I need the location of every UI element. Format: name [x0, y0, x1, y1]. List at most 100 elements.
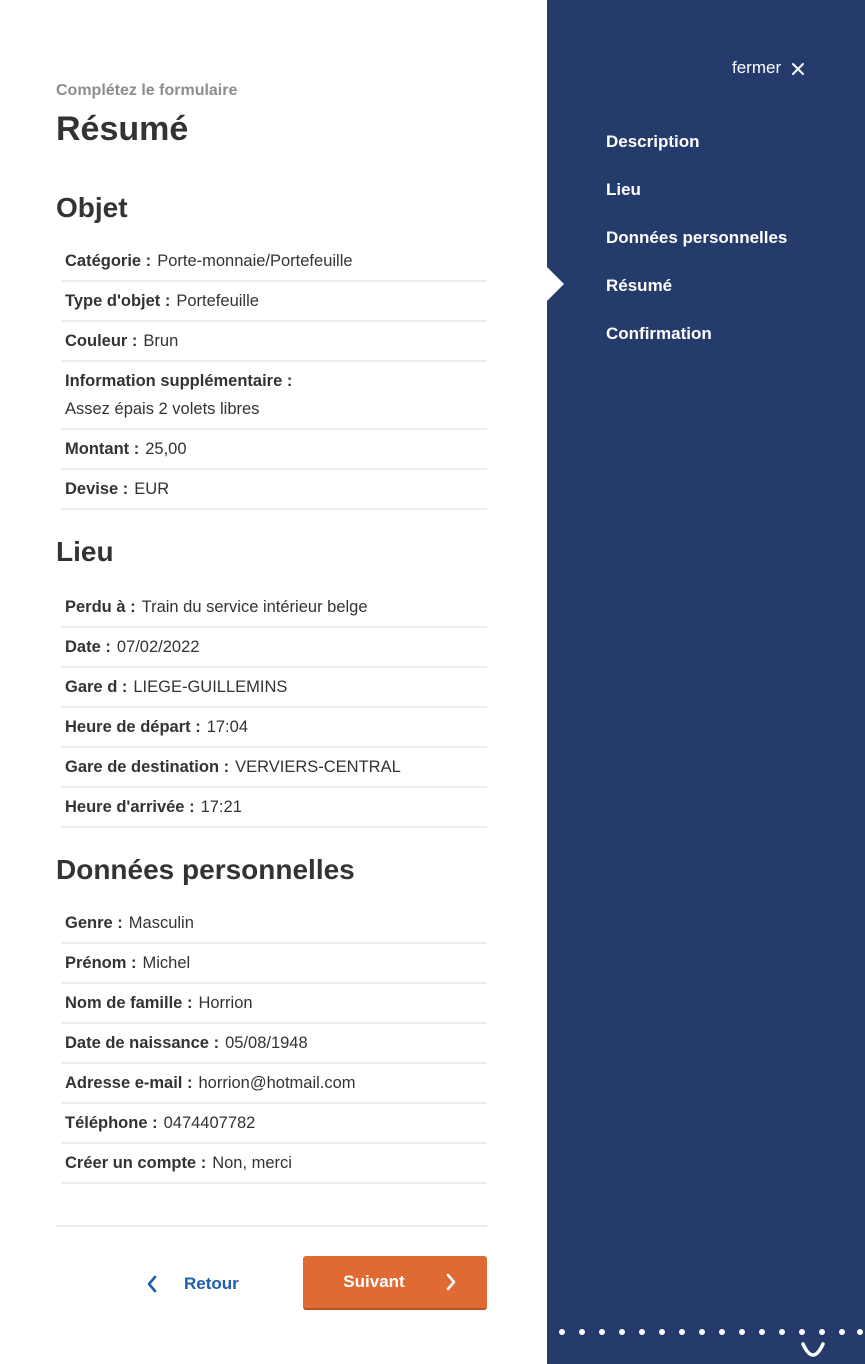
row-label: Perdu à :	[65, 598, 136, 616]
step-list: Description Lieu Données personnelles Ré…	[606, 130, 787, 370]
summary-row-prenom: Prénom : Michel	[61, 944, 487, 984]
row-label: Date :	[65, 638, 111, 656]
footer-divider	[56, 1225, 487, 1227]
dot	[659, 1329, 665, 1335]
summary-row-email: Adresse e-mail : horrion@hotmail.com	[61, 1064, 487, 1104]
row-value: 07/02/2022	[116, 638, 200, 656]
step-lieu[interactable]: Lieu	[606, 178, 787, 226]
dot	[639, 1329, 645, 1335]
page-title: Résumé	[56, 110, 189, 148]
summary-row-type-objet: Type d'objet : Portefeuille	[61, 282, 487, 322]
row-label: Gare d :	[65, 678, 128, 696]
section-title-lieu: Lieu	[56, 536, 114, 567]
row-value: Porte-monnaie/Portefeuille	[157, 252, 353, 270]
back-button-label: Retour	[184, 1274, 239, 1293]
summary-row-information: Information supplémentaire : Assez épais …	[61, 362, 487, 430]
row-label: Montant :	[65, 440, 140, 458]
summary-row-devise: Devise : EUR	[61, 470, 487, 510]
summary-row-date: Date : 07/02/2022	[61, 628, 487, 668]
summary-row-heure-arrivee: Heure d'arrivée : 17:21	[61, 788, 487, 828]
dot	[559, 1329, 565, 1335]
dot	[739, 1329, 745, 1335]
section-title-objet: Objet	[56, 192, 128, 223]
summary-list-personnelles: Genre : Masculin Prénom : Michel Nom de fa…	[61, 904, 487, 1184]
row-label: Genre :	[65, 914, 123, 932]
dot	[779, 1329, 785, 1335]
summary-row-montant: Montant : 25,00	[61, 430, 487, 470]
row-value: Masculin	[128, 914, 194, 932]
row-label: Information supplémentaire :	[65, 372, 293, 390]
row-value: Non, merci	[212, 1154, 292, 1172]
summary-row-heure-depart: Heure de départ : 17:04	[61, 708, 487, 748]
summary-row-gare-depart: Gare d : LIEGE-GUILLEMINS	[61, 668, 487, 708]
row-label: Prénom :	[65, 954, 137, 972]
row-value: Assez épais 2 volets libres	[65, 400, 260, 418]
next-button[interactable]: Suivant	[303, 1256, 487, 1310]
dot	[857, 1329, 863, 1335]
decorative-dots	[557, 1329, 863, 1337]
back-button[interactable]: Retour	[146, 1268, 239, 1300]
row-label: Date de naissance :	[65, 1034, 220, 1052]
main-panel: Complétez le formulaire Résumé Objet Cat…	[0, 0, 547, 1364]
close-icon	[792, 63, 805, 75]
row-value: 0474407782	[163, 1114, 256, 1132]
summary-row-gare-destination: Gare de destination : VERVIERS-CENTRAL	[61, 748, 487, 788]
row-value: 05/08/1948	[225, 1034, 308, 1052]
step-description[interactable]: Description	[606, 130, 787, 178]
row-label: Créer un compte :	[65, 1154, 207, 1172]
row-label: Devise :	[65, 480, 129, 498]
smile-logo-icon	[801, 1342, 825, 1357]
row-value: EUR	[134, 480, 170, 498]
current-step-pointer	[547, 267, 564, 301]
dot	[579, 1329, 585, 1335]
next-button-label: Suivant	[343, 1272, 405, 1291]
progress-sidebar: fermer Description Lieu Données personne…	[547, 0, 865, 1364]
row-label: Type d'objet :	[65, 292, 171, 310]
row-value: Portefeuille	[176, 292, 259, 310]
dot	[819, 1329, 825, 1335]
row-value: LIEGE-GUILLEMINS	[133, 678, 288, 696]
summary-row-creer-compte: Créer un compte : Non, merci	[61, 1144, 487, 1184]
dot	[719, 1329, 725, 1335]
dot	[839, 1329, 845, 1335]
row-label: Adresse e-mail :	[65, 1074, 193, 1092]
section-title-donnees-personnelles: Données personnelles	[56, 854, 355, 885]
chevron-left-icon	[147, 1275, 157, 1293]
row-value: VERVIERS-CENTRAL	[235, 758, 401, 776]
row-label: Téléphone :	[65, 1114, 158, 1132]
summary-row-date-naissance: Date de naissance : 05/08/1948	[61, 1024, 487, 1064]
row-value: 25,00	[145, 440, 187, 458]
row-value: horrion@hotmail.com	[198, 1074, 356, 1092]
summary-row-genre: Genre : Masculin	[61, 904, 487, 944]
row-value: Train du service intérieur belge	[141, 598, 368, 616]
row-value: 17:04	[206, 718, 248, 736]
dot	[699, 1329, 705, 1335]
step-donnees-personnelles[interactable]: Données personnelles	[606, 226, 787, 274]
summary-list-objet: Catégorie : Porte-monnaie/Portefeuille Ty…	[61, 242, 487, 510]
row-label: Heure d'arrivée :	[65, 798, 195, 816]
row-value: 17:21	[200, 798, 242, 816]
row-label: Heure de départ :	[65, 718, 201, 736]
row-label: Gare de destination :	[65, 758, 230, 776]
close-button[interactable]: fermer	[732, 58, 805, 78]
summary-row-perdu-a: Perdu à : Train du service intérieur belg…	[61, 588, 487, 628]
chevron-right-icon	[446, 1273, 456, 1291]
dot	[599, 1329, 605, 1335]
row-value: Brun	[143, 332, 179, 350]
dot	[759, 1329, 765, 1335]
dot	[799, 1329, 805, 1335]
row-label: Catégorie :	[65, 252, 152, 270]
summary-row-nom: Nom de famille : Horrion	[61, 984, 487, 1024]
step-resume[interactable]: Résumé	[606, 274, 787, 322]
dot	[679, 1329, 685, 1335]
row-label: Couleur :	[65, 332, 138, 350]
summary-row-categorie: Catégorie : Porte-monnaie/Portefeuille	[61, 242, 487, 282]
row-value: Michel	[142, 954, 191, 972]
step-confirmation[interactable]: Confirmation	[606, 322, 787, 370]
row-label: Nom de famille :	[65, 994, 193, 1012]
row-value: Horrion	[198, 994, 253, 1012]
close-button-label: fermer	[732, 58, 782, 77]
summary-row-telephone: Téléphone : 0474407782	[61, 1104, 487, 1144]
summary-row-couleur: Couleur : Brun	[61, 322, 487, 362]
form-subtitle: Complétez le formulaire	[56, 82, 238, 99]
